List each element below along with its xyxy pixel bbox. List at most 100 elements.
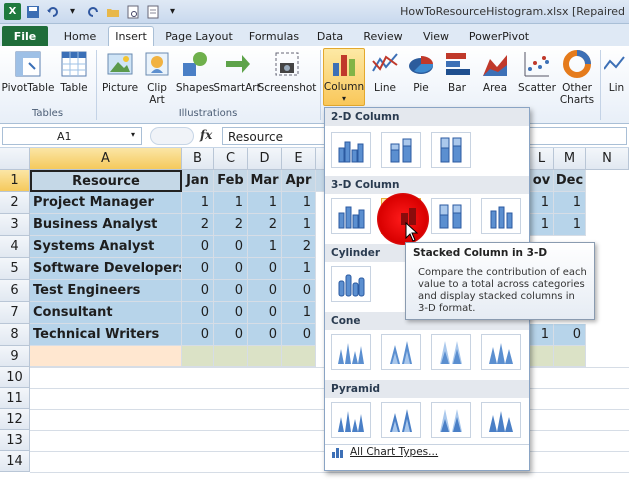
data-cell[interactable]: 0: [214, 280, 248, 302]
3d-column-option[interactable]: [481, 198, 521, 234]
column-header-n[interactable]: N: [586, 148, 629, 170]
cell-header[interactable]: Feb: [214, 170, 248, 192]
pie-chart-button[interactable]: Pie: [405, 48, 437, 94]
column-header-b[interactable]: B: [182, 148, 214, 170]
row-header[interactable]: 14: [0, 451, 30, 472]
line-chart-button[interactable]: Line: [369, 48, 401, 94]
data-cell[interactable]: 0: [554, 324, 586, 346]
tab-review[interactable]: Review: [358, 26, 408, 46]
name-box-dropdown-icon[interactable]: ▾: [131, 130, 135, 139]
row-header[interactable]: 9: [0, 346, 30, 367]
resource-name[interactable]: Systems Analyst: [30, 236, 182, 258]
cell-header[interactable]: Apr: [282, 170, 316, 192]
open-folder-icon[interactable]: [104, 3, 121, 20]
data-cell[interactable]: 1: [214, 192, 248, 214]
document-icon[interactable]: [144, 3, 161, 20]
data-cell[interactable]: 1: [282, 192, 316, 214]
column-header-m[interactable]: M: [554, 148, 586, 170]
row-header[interactable]: 3: [0, 214, 30, 236]
name-box[interactable]: A1: [2, 127, 142, 145]
percent-stacked-column-option[interactable]: [431, 132, 471, 168]
screenshot-button[interactable]: Screenshot: [258, 48, 316, 94]
stacked-column-option[interactable]: [381, 132, 421, 168]
table-button[interactable]: Table: [57, 48, 91, 94]
tab-page-layout[interactable]: Page Layout: [162, 26, 236, 46]
data-cell[interactable]: 0: [182, 236, 214, 258]
data-cell[interactable]: 0: [282, 324, 316, 346]
tab-insert[interactable]: Insert: [108, 26, 154, 46]
row-header[interactable]: 12: [0, 409, 30, 430]
cone-stacked-option[interactable]: [381, 334, 421, 370]
tab-home[interactable]: Home: [55, 26, 105, 46]
data-cell[interactable]: 0: [282, 280, 316, 302]
data-cell[interactable]: 0: [182, 302, 214, 324]
data-cell[interactable]: 0: [182, 324, 214, 346]
tab-powerpivot[interactable]: PowerPivot: [464, 26, 534, 46]
data-cell[interactable]: 1: [554, 214, 586, 236]
cell-a1[interactable]: Resource: [30, 170, 182, 192]
data-cell[interactable]: 1: [282, 258, 316, 280]
cone-clustered-option[interactable]: [331, 334, 371, 370]
pyramid-percent-stacked-option[interactable]: [431, 402, 471, 438]
row-header[interactable]: 8: [0, 324, 30, 346]
row-header[interactable]: 11: [0, 388, 30, 409]
data-cell[interactable]: 0: [248, 302, 282, 324]
insert-function-icon[interactable]: fx: [200, 128, 212, 142]
clip-art-button[interactable]: Clip Art: [142, 48, 172, 106]
total-row-cell[interactable]: [282, 346, 316, 367]
data-cell[interactable]: 1: [182, 192, 214, 214]
data-cell[interactable]: 1: [282, 214, 316, 236]
total-row-cell[interactable]: [530, 346, 554, 367]
pyramid-stacked-option[interactable]: [381, 402, 421, 438]
row-header[interactable]: 13: [0, 430, 30, 451]
cylinder-option[interactable]: [331, 266, 371, 302]
redo-icon[interactable]: [84, 3, 101, 20]
data-cell[interactable]: 0: [182, 280, 214, 302]
pivottable-button[interactable]: PivotTable: [2, 48, 54, 94]
row-header[interactable]: 6: [0, 280, 30, 302]
sparkline-line-button[interactable]: Lin: [604, 48, 629, 94]
column-header-a[interactable]: A: [30, 148, 182, 170]
3d-clustered-column-option[interactable]: [331, 198, 371, 234]
total-row-cell[interactable]: [30, 346, 182, 367]
3d-percent-stacked-column-option[interactable]: [431, 198, 471, 234]
scatter-chart-button[interactable]: Scatter: [517, 48, 557, 94]
resource-name[interactable]: Consultant: [30, 302, 182, 324]
row-header[interactable]: 4: [0, 236, 30, 258]
area-chart-button[interactable]: Area: [477, 48, 513, 94]
total-row-cell[interactable]: [182, 346, 214, 367]
undo-dropdown-icon[interactable]: ▾: [64, 3, 81, 20]
undo-icon[interactable]: [44, 3, 61, 20]
row-header[interactable]: 10: [0, 367, 30, 388]
cone-percent-stacked-option[interactable]: [431, 334, 471, 370]
column-header-l[interactable]: L: [530, 148, 554, 170]
excel-icon[interactable]: X: [4, 3, 21, 20]
data-cell[interactable]: 0: [214, 258, 248, 280]
data-cell[interactable]: 1: [248, 192, 282, 214]
data-cell[interactable]: 0: [182, 258, 214, 280]
total-row-cell[interactable]: [214, 346, 248, 367]
data-cell[interactable]: 2: [248, 214, 282, 236]
tab-file[interactable]: File: [2, 26, 48, 46]
cone-3d-option[interactable]: [481, 334, 521, 370]
cell-header[interactable]: Jan: [182, 170, 214, 192]
row-header[interactable]: 5: [0, 258, 30, 280]
pyramid-clustered-option[interactable]: [331, 402, 371, 438]
total-row-cell[interactable]: [554, 346, 586, 367]
picture-button[interactable]: Picture: [100, 48, 140, 94]
data-cell[interactable]: 1: [282, 302, 316, 324]
resource-name[interactable]: Test Engineers: [30, 280, 182, 302]
row-header[interactable]: 7: [0, 302, 30, 324]
tab-view[interactable]: View: [416, 26, 456, 46]
tab-formulas[interactable]: Formulas: [244, 26, 304, 46]
data-cell[interactable]: 1: [554, 192, 586, 214]
clustered-column-option[interactable]: [331, 132, 371, 168]
all-chart-types-link[interactable]: All Chart Types...: [331, 446, 438, 458]
select-all-corner[interactable]: [0, 148, 30, 170]
pyramid-3d-option[interactable]: [481, 402, 521, 438]
cell-header[interactable]: ov: [530, 170, 554, 192]
column-header-e[interactable]: E: [282, 148, 316, 170]
cell-header[interactable]: Dec: [554, 170, 586, 192]
data-cell[interactable]: 2: [182, 214, 214, 236]
data-cell[interactable]: 0: [214, 302, 248, 324]
